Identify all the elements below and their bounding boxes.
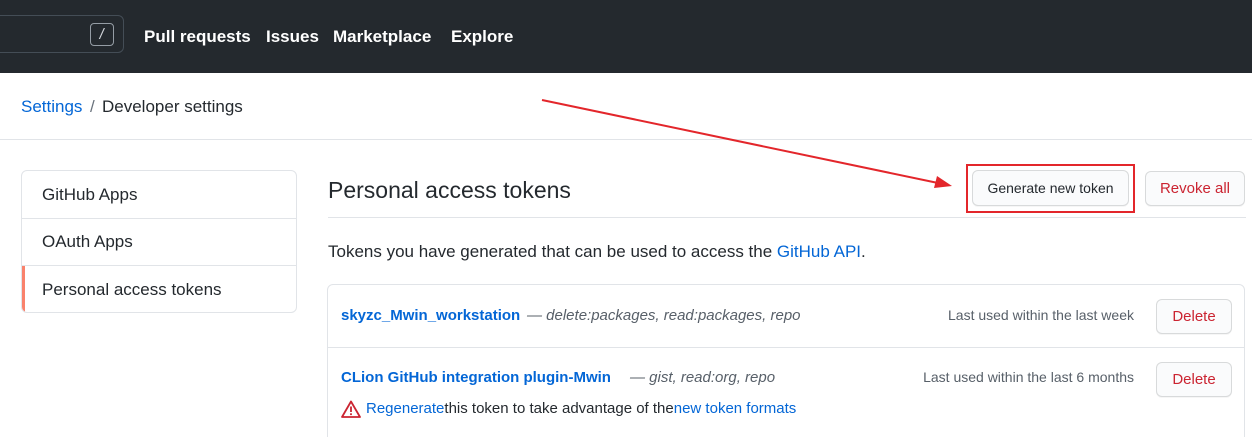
regenerate-link[interactable]: Regenerate (366, 399, 444, 419)
alert-triangle-icon (341, 400, 361, 418)
delete-token-button[interactable]: Delete (1156, 299, 1232, 334)
tokens-description: Tokens you have generated that can be us… (328, 242, 866, 261)
token-last-used: Last used within the last week (948, 307, 1134, 323)
sidebar-item-oauth-apps[interactable]: OAuth Apps (22, 219, 296, 266)
token-divider (327, 347, 1245, 348)
breadcrumb-current: Developer settings (102, 97, 243, 116)
token-name-link[interactable]: CLion GitHub integration plugin-Mwin (341, 369, 611, 387)
annotation-highlight-box (966, 164, 1135, 213)
page-title: Personal access tokens (328, 177, 571, 203)
token-scopes: — delete:packages, read:packages, repo (527, 307, 801, 324)
token-format-warning: Regenerate this token to take advantage … (341, 399, 796, 419)
nav-issues[interactable]: Issues (266, 0, 319, 73)
sidebar-item-label: Personal access tokens (42, 280, 222, 299)
header-bar: / Pull requests Issues Marketplace Explo… (0, 0, 1252, 73)
nav-marketplace[interactable]: Marketplace (333, 0, 431, 73)
breadcrumb-separator: / (90, 97, 95, 116)
nav-pull-requests[interactable]: Pull requests (144, 0, 251, 73)
sidebar-item-label: OAuth Apps (42, 232, 133, 251)
sidebar-item-github-apps[interactable]: GitHub Apps (22, 171, 296, 219)
title-divider (328, 217, 1246, 218)
sidebar-item-personal-access-tokens[interactable]: Personal access tokens (22, 266, 296, 312)
sidebar-item-label: GitHub Apps (42, 184, 138, 204)
settings-sidebar: GitHub Apps OAuth Apps Personal access t… (21, 170, 297, 313)
delete-token-button[interactable]: Delete (1156, 362, 1232, 397)
new-token-formats-link[interactable]: new token formats (674, 399, 797, 419)
nav-explore[interactable]: Explore (451, 0, 513, 73)
token-last-used: Last used within the last 6 months (923, 369, 1134, 385)
token-name-link[interactable]: skyzc_Mwin_workstation (341, 307, 520, 325)
search-shortcut-key: / (90, 23, 114, 46)
breadcrumb-settings-link[interactable]: Settings (21, 97, 82, 117)
revoke-all-button[interactable]: Revoke all (1145, 171, 1245, 206)
github-api-link[interactable]: GitHub API (777, 242, 861, 261)
token-scopes: — gist, read:org, repo (630, 369, 776, 386)
